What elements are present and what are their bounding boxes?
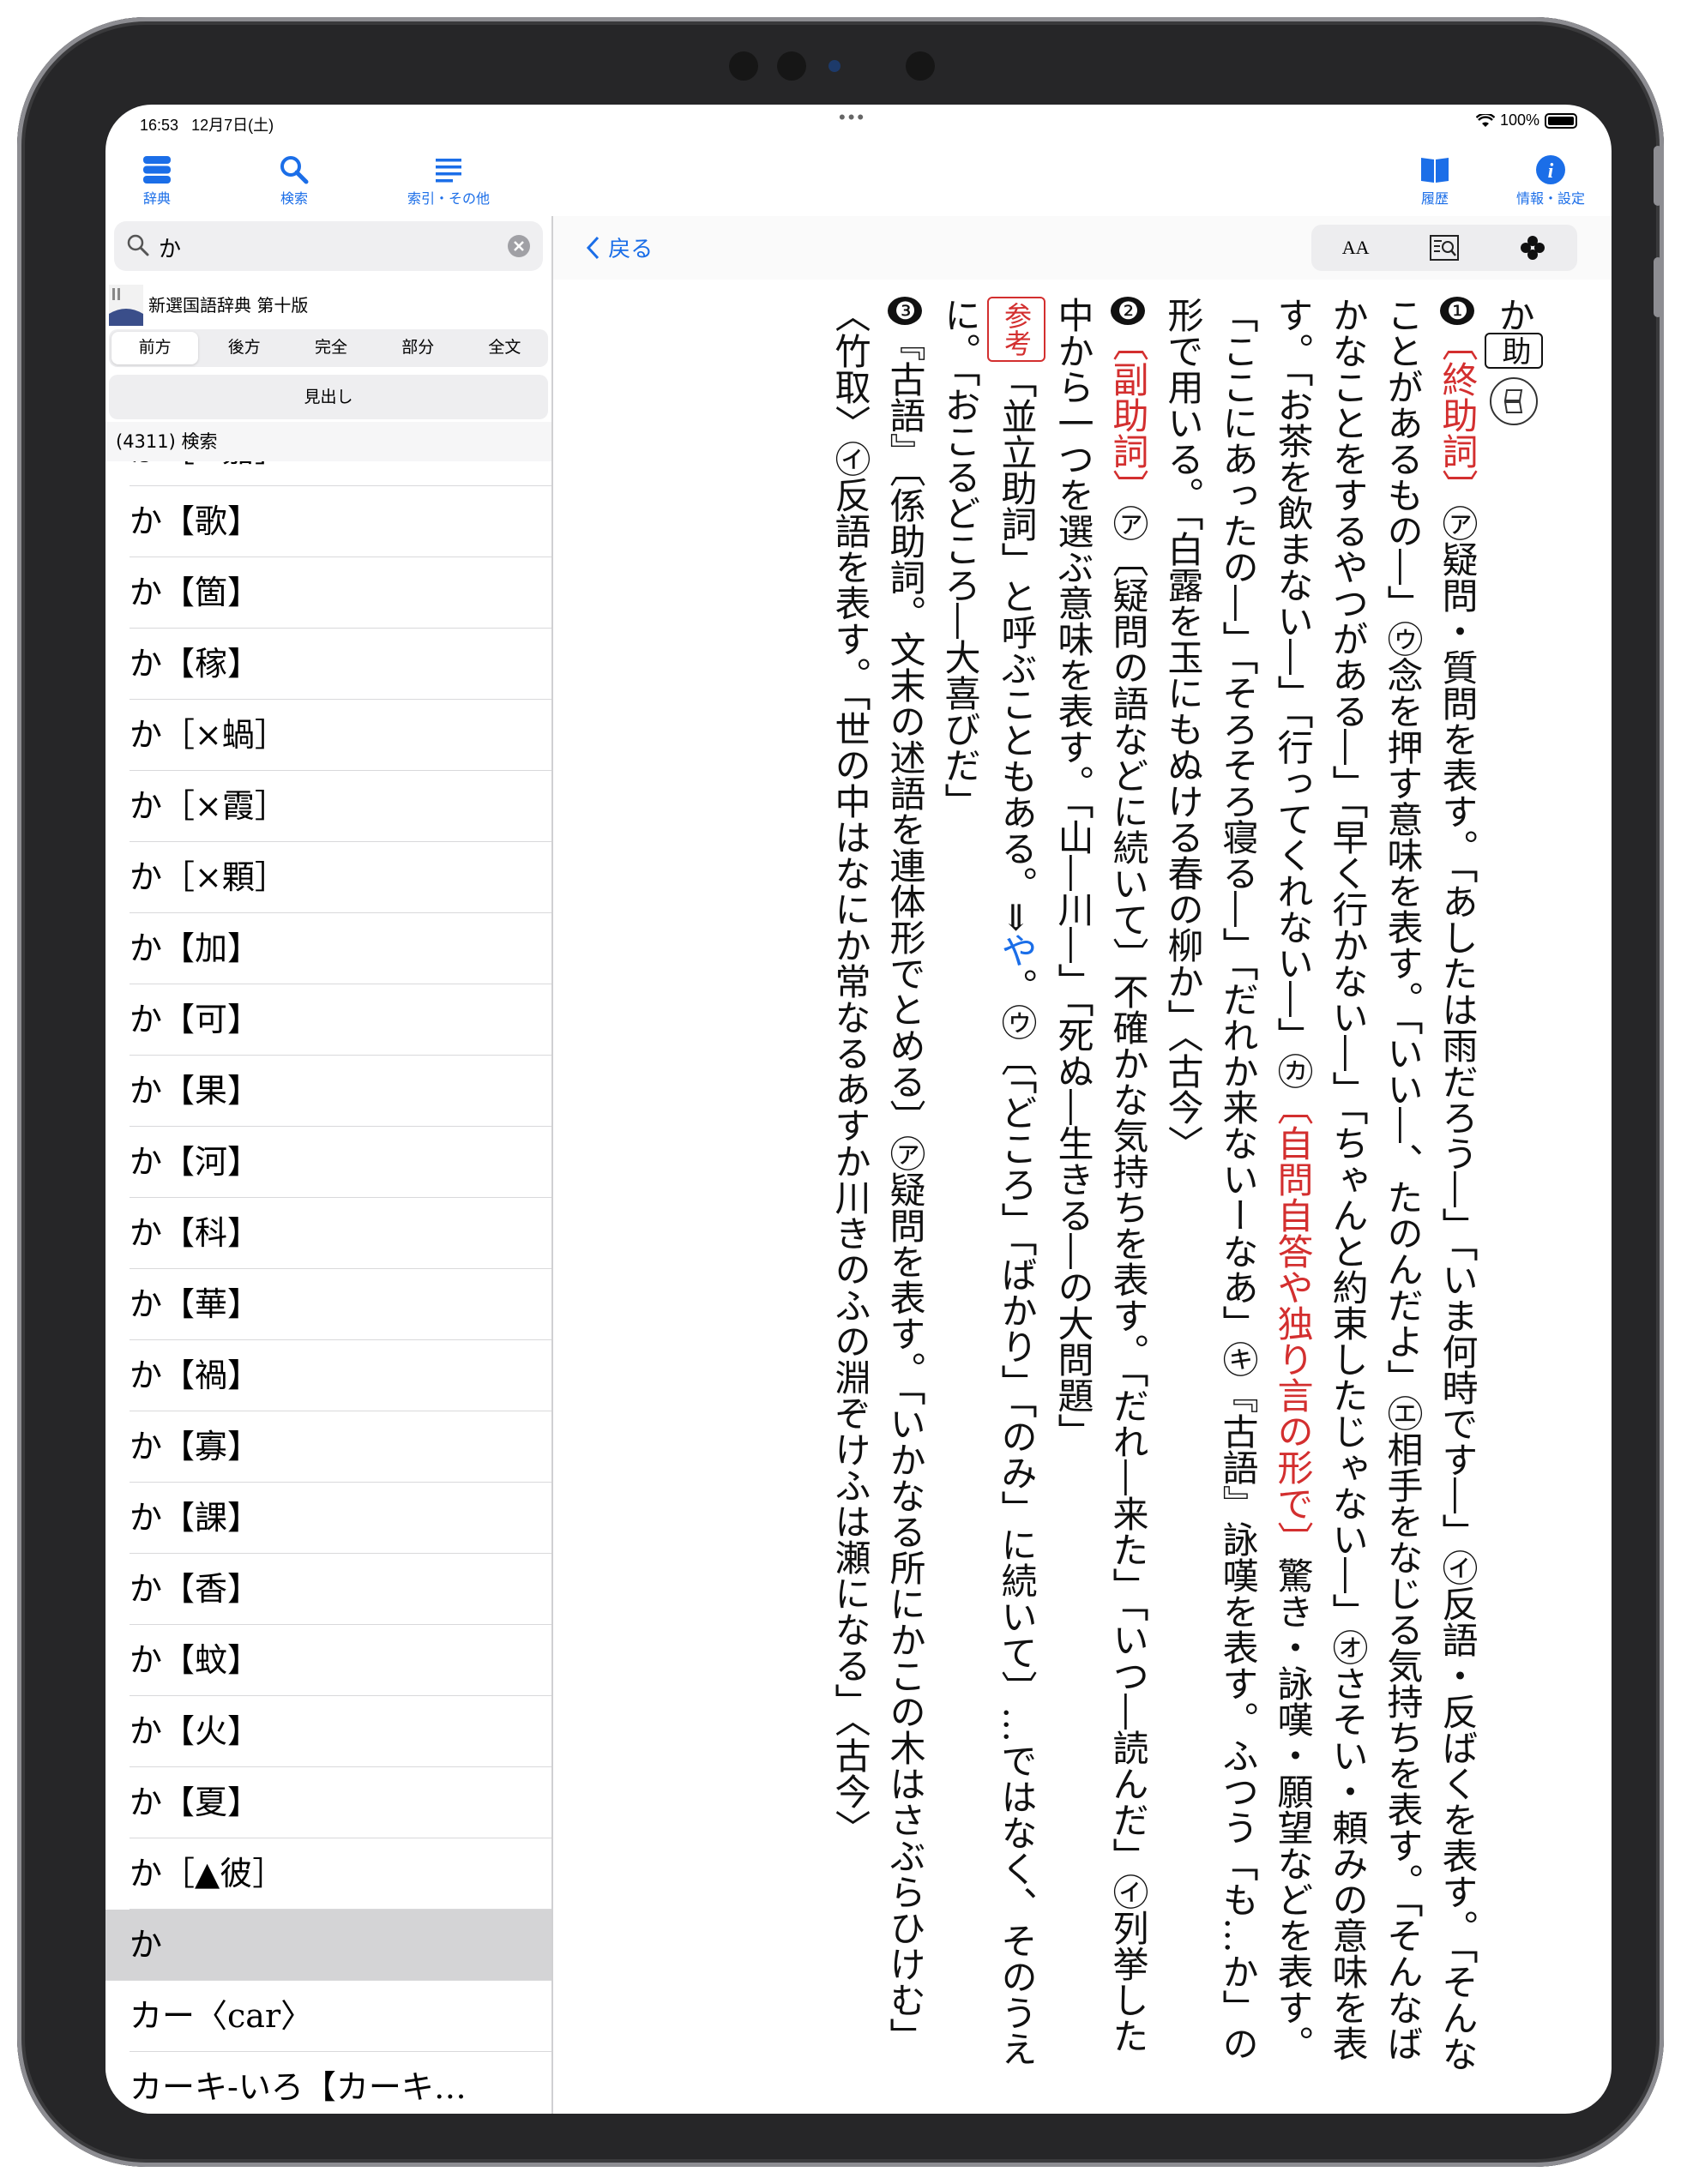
screen: 16:53 12月7日(土) ••• 100% 辞典 検索 索引・その他 履歴 — [105, 105, 1612, 2114]
list-item[interactable]: か【香】 — [130, 1554, 551, 1625]
info-settings-button[interactable]: i 情報・設定 — [1491, 154, 1611, 208]
index-button[interactable]: 索引・その他 — [389, 154, 509, 208]
entry-text: か助 ❶〔終助詞〕㋐疑問・質問を表す。「あしたは雨だろう―」「いま何時です―」㋑… — [822, 297, 1543, 2072]
list-item[interactable]: か【河】 — [130, 1127, 551, 1198]
list-item[interactable]: か【果】 — [130, 1056, 551, 1127]
search-field[interactable]: か — [114, 221, 543, 271]
pos-badge: 助 — [1485, 333, 1543, 369]
mode-partial[interactable]: 部分 — [375, 329, 461, 367]
search-icon — [280, 156, 309, 184]
mode-suffix[interactable]: 後方 — [201, 329, 287, 367]
status-time: 16:53 12月7日(土) — [140, 117, 274, 134]
list-icon — [436, 159, 461, 183]
more-button[interactable] — [1489, 225, 1577, 271]
chevron-left-icon — [586, 236, 599, 260]
status-bar: 16:53 12月7日(土) ••• 100% — [105, 105, 1612, 149]
entry-content: か助 ❶〔終助詞〕㋐疑問・質問を表す。「あしたは雨だろう―」「いま何時です―」㋑… — [553, 280, 1612, 2114]
sense-2-pos: 〔副助詞〕 — [1107, 325, 1149, 505]
headword: か — [1493, 297, 1535, 333]
font-size-button[interactable]: AA — [1311, 225, 1400, 271]
link-ya[interactable]: や — [996, 932, 1038, 968]
list-item[interactable]: か【火】 — [130, 1696, 551, 1767]
side-button — [1654, 257, 1662, 317]
list-item[interactable]: か【稼】 — [130, 629, 551, 700]
sense-2-number: ❷ — [1111, 297, 1145, 325]
mode-exact[interactable]: 完全 — [287, 329, 374, 367]
font-size-icon: AA — [1341, 237, 1370, 258]
history-button[interactable]: 履歴 — [1383, 154, 1486, 208]
clover-icon — [1521, 236, 1545, 260]
battery-percent: 100% — [1499, 111, 1539, 129]
list-item[interactable]: か【箇】 — [130, 557, 551, 629]
search-tab-button[interactable]: 検索 — [243, 154, 346, 208]
list-item[interactable]: か【夏】 — [130, 1767, 551, 1838]
mode-fulltext[interactable]: 全文 — [461, 329, 548, 367]
svg-text:i: i — [1548, 160, 1554, 183]
list-item[interactable]: か【華】 — [130, 1269, 551, 1340]
reference-badge: 参考 — [987, 297, 1045, 362]
book-open-icon — [1421, 158, 1449, 183]
list-item[interactable]: か【可】 — [130, 984, 551, 1056]
list-item[interactable]: か【禍】 — [130, 1340, 551, 1411]
list-item[interactable]: か【蚊】 — [130, 1625, 551, 1696]
list-item[interactable]: か【加】 — [130, 913, 551, 984]
book-icon[interactable] — [1490, 377, 1538, 425]
left-pane: か 新選国語辞典 第十版 前方 後方 完全 部分 全文 見出し (4311) 検… — [105, 216, 551, 2114]
list-item[interactable]: か［×霞］ — [130, 771, 551, 842]
list-item[interactable]: か【寡】 — [130, 1411, 551, 1483]
sense-1-pos: 〔終助詞〕 — [1437, 325, 1479, 505]
lookup-button[interactable] — [1400, 225, 1488, 271]
back-button[interactable]: 戻る — [586, 232, 653, 263]
result-count: (4311) 検索 — [105, 422, 551, 461]
list-item[interactable]: か【歌】 — [130, 486, 551, 557]
list-item[interactable]: か【課】 — [130, 1483, 551, 1554]
list-item[interactable]: か［×嘉］ — [130, 461, 551, 486]
search-icon — [127, 234, 149, 256]
dictionary-row[interactable]: 新選国語辞典 第十版 — [105, 283, 551, 326]
sense-1-pos2: 〔自問自答や独り言の形で〕 — [1272, 1089, 1314, 1557]
reference-text: 「並立助詞」と呼ぶこともある。⇒ — [996, 362, 1038, 933]
list-item[interactable]: カー〈car〉 — [130, 1981, 551, 2052]
side-button — [1654, 146, 1662, 206]
sense-2-text: ㋐〔疑問の語などに続いて〕不確かな気持ちを表す。「だれ―来た」「いつ―読んだ」㋑… — [1052, 297, 1149, 2054]
search-query: か — [159, 237, 182, 262]
detail-tool-group: AA — [1311, 225, 1577, 271]
sense-1-number: ❶ — [1440, 297, 1474, 325]
list-item[interactable]: カーキ-いろ【カーキ… — [130, 2052, 551, 2114]
dict-button[interactable]: 辞典 — [105, 154, 208, 208]
wifi-icon — [1475, 113, 1495, 127]
dictionary-name: 新選国語辞典 第十版 — [148, 295, 309, 316]
sense-3-number: ❸ — [888, 297, 922, 325]
search-mode-segment: 前方 後方 完全 部分 全文 — [109, 329, 548, 367]
ipad-bezel: 16:53 12月7日(土) ••• 100% 辞典 検索 索引・その他 履歴 — [17, 17, 1664, 2167]
list-item[interactable]: か【科】 — [130, 1198, 551, 1269]
doc-search-icon — [1429, 235, 1459, 261]
result-list[interactable]: か［×嘉］ か【歌】 か【箇】 か【稼】 か［×蝸］ か［×霞］ か［×顆］ か… — [105, 461, 551, 2114]
list-item[interactable]: か［×蝸］ — [130, 700, 551, 771]
clear-icon[interactable] — [507, 234, 531, 258]
headword-filter-button[interactable]: 見出し — [109, 375, 548, 419]
camera-icon — [906, 51, 935, 81]
list-item[interactable]: か［×顆］ — [130, 842, 551, 913]
camera-lens-icon — [828, 60, 840, 72]
battery-icon — [1545, 112, 1577, 129]
camera-icon — [729, 51, 758, 81]
list-item[interactable]: か［▲彼］ — [130, 1838, 551, 1910]
detail-toolbar: 戻る AA — [553, 216, 1612, 280]
dictionary-cover-icon — [109, 285, 143, 326]
multitask-dots[interactable]: ••• — [839, 106, 866, 129]
books-icon — [143, 156, 171, 184]
mode-prefix[interactable]: 前方 — [111, 332, 199, 364]
list-item-selected[interactable]: か — [105, 1910, 551, 1981]
info-icon: i — [1536, 155, 1565, 184]
camera-icon — [777, 51, 806, 81]
sense-3-text: 『古語』〔係助詞。文末の述語を連体形でとめる〕㋐疑問を表す。「いかなる所にかこの… — [829, 297, 926, 2054]
status-right: 100% — [1475, 111, 1577, 129]
